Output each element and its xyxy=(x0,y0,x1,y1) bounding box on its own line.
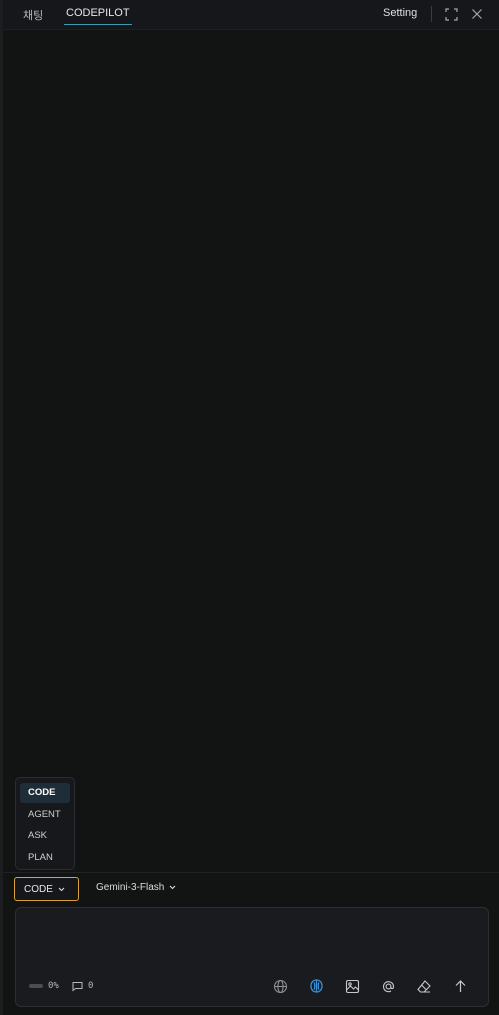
chevron-down-icon xyxy=(169,885,176,890)
menu-item-agent[interactable]: AGENT xyxy=(20,805,70,825)
menu-item-plan[interactable]: PLAN xyxy=(20,848,70,868)
menu-item-ask[interactable]: ASK xyxy=(20,826,70,846)
message-count: 0 xyxy=(88,981,94,991)
expand-icon[interactable] xyxy=(443,6,459,22)
close-icon[interactable] xyxy=(469,6,485,22)
mode-dropdown-menu: CODE AGENT ASK PLAN xyxy=(15,777,75,870)
tab-chat[interactable]: 채팅 xyxy=(23,7,43,23)
tab-codepilot[interactable]: CODEPILOT xyxy=(66,7,130,19)
chevron-down-icon xyxy=(58,887,65,891)
context-progress-label: 0% xyxy=(48,981,59,991)
header-divider xyxy=(431,6,432,22)
model-select[interactable]: Gemini-3-Flash xyxy=(96,882,176,893)
image-icon[interactable] xyxy=(343,977,361,995)
model-select-label: Gemini-3-Flash xyxy=(96,882,165,893)
message-icon xyxy=(72,982,83,992)
send-arrow-icon[interactable] xyxy=(451,977,469,995)
context-progress-bar xyxy=(29,984,43,988)
codepilot-panel: 채팅 CODEPILOT Setting CODE AGENT ASK PLAN… xyxy=(0,0,499,1015)
mode-select-label: CODE xyxy=(24,883,53,895)
eraser-icon[interactable] xyxy=(415,977,433,995)
active-tab-indicator xyxy=(64,24,132,25)
chat-input-box: 0% 0 xyxy=(15,907,489,1007)
panel-header: 채팅 CODEPILOT Setting xyxy=(3,0,499,30)
chat-input[interactable] xyxy=(26,918,476,968)
mode-select[interactable]: CODE xyxy=(14,877,79,901)
brain-icon[interactable] xyxy=(307,977,325,995)
controls-divider xyxy=(3,872,499,873)
globe-icon[interactable] xyxy=(271,977,289,995)
left-edge xyxy=(0,0,3,1015)
setting-button[interactable]: Setting xyxy=(383,7,417,19)
at-icon[interactable] xyxy=(379,977,397,995)
menu-item-code[interactable]: CODE xyxy=(20,783,70,803)
